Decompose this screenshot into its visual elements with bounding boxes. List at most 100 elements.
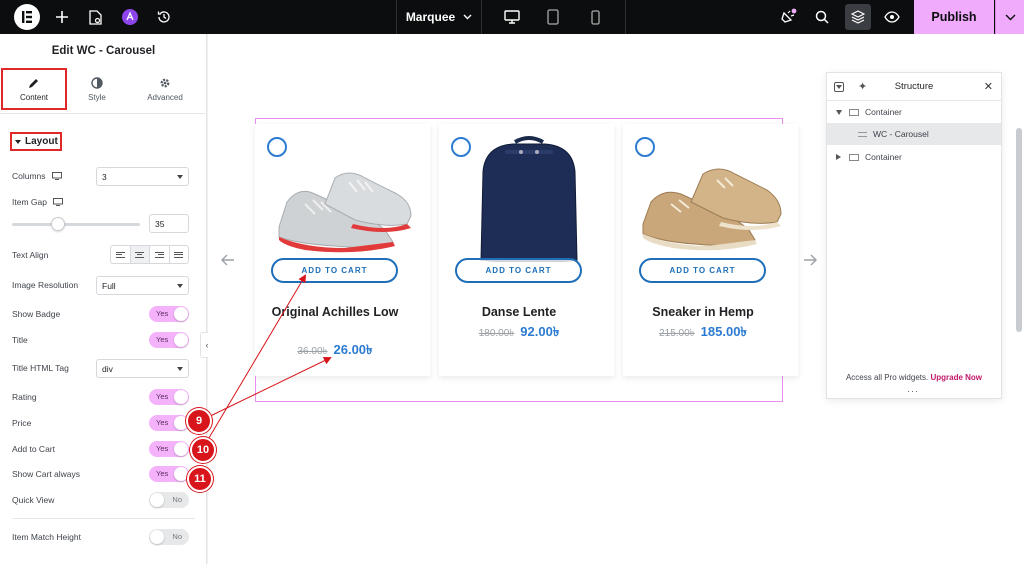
product-title[interactable]: Original Achilles Low	[255, 303, 415, 321]
show-cart-always-label: Show Cart always	[12, 469, 81, 479]
arrow-left-icon	[221, 254, 234, 266]
search-icon[interactable]	[813, 0, 831, 34]
add-to-cart-toggle[interactable]: Yes	[149, 441, 189, 457]
container-icon	[849, 153, 859, 161]
rating-label: Rating	[12, 392, 37, 402]
item-gap-label: Item Gap	[12, 197, 63, 207]
drag-handle-icon[interactable]: ···	[907, 386, 919, 396]
text-align-group	[110, 245, 189, 264]
pencil-icon	[29, 78, 38, 88]
add-to-cart-button[interactable]: ADD TO CART	[639, 258, 766, 283]
align-center-icon[interactable]	[130, 246, 150, 263]
rating-toggle[interactable]: Yes	[149, 389, 189, 405]
caret-down-icon[interactable]	[836, 109, 842, 115]
product-title[interactable]: Danse Lente	[439, 303, 599, 321]
item-gap-slider-handle[interactable]	[51, 217, 65, 231]
divider	[0, 113, 207, 114]
close-icon[interactable]: ✕	[984, 80, 993, 93]
container-icon	[849, 108, 859, 116]
mobile-icon	[590, 9, 600, 25]
document-selector[interactable]: Marquee	[396, 0, 482, 34]
tablet-icon	[547, 9, 559, 25]
dropdown-arrow-icon	[177, 284, 183, 288]
add-element-icon[interactable]	[54, 0, 70, 34]
panel-title: Edit WC - Carousel	[51, 45, 156, 57]
publish-button[interactable]: Publish	[914, 0, 994, 34]
product-image-backpack-navy[interactable]	[449, 132, 604, 262]
half-circle-icon	[91, 76, 103, 89]
mobile-view-button[interactable]	[571, 0, 619, 34]
annotation-badge-11: 11	[187, 466, 213, 492]
notifications-icon[interactable]	[778, 0, 798, 34]
title-toggle[interactable]: Yes	[149, 332, 189, 348]
price-row: 36.00৳ 26.00৳	[255, 341, 415, 362]
show-cart-always-toggle[interactable]: Yes	[149, 466, 189, 482]
elementor-logo-icon[interactable]	[14, 4, 40, 30]
desktop-icon	[504, 10, 520, 24]
divider	[12, 518, 195, 519]
structure-panel: ✦ Structure ✕ Container WC - Carousel Co…	[826, 72, 1002, 399]
editor-panel: Edit WC - Carousel Content Style Advance…	[0, 34, 214, 564]
top-bar: Marquee Publish	[0, 0, 1024, 34]
upgrade-now-link[interactable]: Upgrade Now	[930, 373, 982, 382]
caret-right-icon[interactable]	[836, 154, 841, 160]
product-title[interactable]: Sneaker in Hemp	[623, 303, 783, 321]
history-icon[interactable]	[155, 0, 173, 34]
structure-item-container[interactable]: Container	[827, 146, 1001, 168]
dropdown-arrow-icon	[177, 367, 183, 371]
product-image-sneaker-tan[interactable]	[633, 132, 788, 262]
carousel-next-arrow[interactable]	[802, 250, 818, 270]
product-card[interactable]: ADD TO CART Danse Lente 180.00৳ 92.00৳	[439, 124, 614, 376]
align-right-icon[interactable]	[150, 246, 170, 263]
section-toggle-layout[interactable]: Layout	[10, 132, 62, 151]
structure-item-wc-carousel[interactable]: WC - Carousel	[827, 123, 1001, 145]
ai-assistant-icon[interactable]	[121, 0, 139, 34]
structure-item-container[interactable]: Container	[827, 101, 1001, 123]
desktop-icon[interactable]	[51, 172, 62, 180]
tab-advanced[interactable]: Advanced	[132, 68, 198, 110]
image-resolution-select[interactable]: Full	[96, 276, 189, 295]
item-match-height-toggle[interactable]: No	[149, 529, 189, 545]
annotation-badge-9: 9	[186, 408, 212, 434]
price-toggle[interactable]: Yes	[149, 415, 189, 431]
title-html-tag-label: Title HTML Tag	[12, 363, 69, 373]
tab-label: Style	[88, 92, 106, 102]
item-gap-input[interactable]: 35	[149, 214, 189, 233]
text-align-label: Text Align	[12, 250, 49, 260]
price-row: 180.00৳ 92.00৳	[439, 323, 599, 344]
product-card[interactable]: ADD TO CART Original Achilles Low 36.00৳…	[255, 124, 430, 376]
title-html-tag-select[interactable]: div	[96, 359, 189, 378]
select-radio[interactable]	[635, 137, 655, 157]
desktop-icon[interactable]	[52, 198, 63, 206]
align-left-icon[interactable]	[111, 246, 131, 263]
chevron-down-icon	[463, 14, 472, 20]
item-gap-slider-track[interactable]	[12, 223, 140, 226]
tablet-view-button[interactable]	[529, 0, 577, 34]
page-settings-icon[interactable]	[86, 0, 104, 34]
show-badge-toggle[interactable]: Yes	[149, 306, 189, 322]
sale-price: 92.00৳	[520, 324, 560, 339]
select-radio[interactable]	[451, 137, 471, 157]
layers-icon	[851, 10, 865, 24]
product-card[interactable]: ADD TO CART Sneaker in Hemp 215.00৳ 185.…	[623, 124, 798, 376]
canvas-scrollbar[interactable]	[1016, 128, 1022, 332]
price-row: 215.00৳ 185.00৳	[623, 323, 783, 344]
regular-price: 180.00৳	[478, 328, 515, 339]
sale-price: 26.00৳	[333, 342, 373, 357]
publish-options-button[interactable]	[995, 0, 1024, 34]
structure-toggle-button[interactable]	[845, 4, 871, 30]
quick-view-toggle[interactable]: No	[149, 492, 189, 508]
add-to-cart-button[interactable]: ADD TO CART	[271, 258, 398, 283]
preview-eye-icon[interactable]	[882, 0, 902, 34]
select-radio[interactable]	[267, 137, 287, 157]
align-justify-icon[interactable]	[170, 246, 189, 263]
pro-promo: Access all Pro widgets. Upgrade Now	[845, 373, 983, 382]
carousel-prev-arrow[interactable]	[220, 250, 236, 270]
tab-style[interactable]: Style	[64, 68, 130, 110]
product-image-sneaker-grey[interactable]	[265, 132, 420, 262]
add-to-cart-button[interactable]: ADD TO CART	[455, 258, 582, 283]
tab-content[interactable]: Content	[1, 68, 67, 110]
image-resolution-label: Image Resolution	[12, 280, 79, 290]
structure-title: Structure	[894, 81, 934, 92]
columns-select[interactable]: 3	[96, 167, 189, 186]
